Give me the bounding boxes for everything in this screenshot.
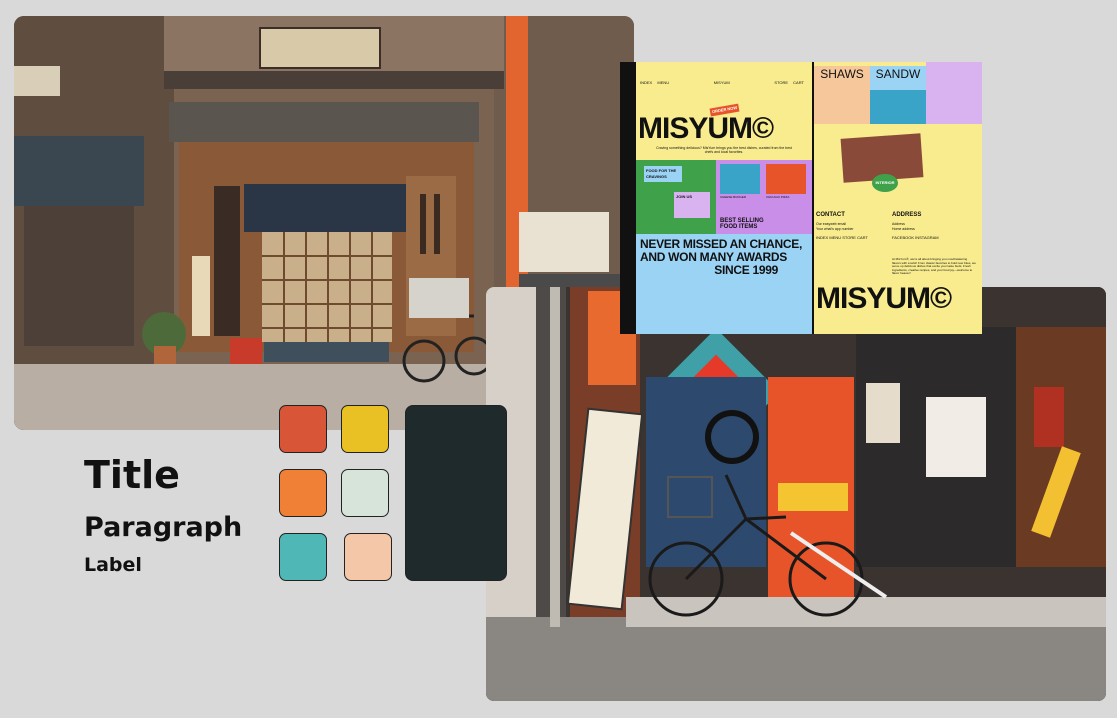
- mockup-nav: INDEX MENU MISYUM STORE CART: [640, 80, 808, 85]
- type-sample-paragraph: Paragraph: [84, 512, 243, 543]
- shawarma-image: [814, 90, 870, 124]
- footer-nav: INDEX MENU STORE CART: [816, 235, 868, 241]
- footer-cart[interactable]: CART: [857, 235, 868, 240]
- contact-line-2: Your what's app number: [816, 227, 854, 231]
- footer-menu[interactable]: MENU: [829, 235, 841, 240]
- type-sample-label: Label: [84, 554, 142, 576]
- chicago-pizza-label: CHICAGO PIZZA: [766, 195, 790, 199]
- social-links: FACEBOOK INSTAGRAM: [892, 235, 939, 241]
- interior-badge: INTERIOR: [872, 174, 898, 192]
- burger-image: [720, 164, 760, 194]
- swatch-peach[interactable]: [344, 533, 392, 581]
- pizza-image: [766, 164, 806, 194]
- mockup-left-panel: INDEX MENU MISYUM STORE CART ORDER NOW M…: [636, 62, 812, 334]
- nav-store[interactable]: STORE: [774, 80, 788, 85]
- moodboard-canvas: INDEX MENU MISYUM STORE CART ORDER NOW M…: [0, 0, 1117, 718]
- extra-tab-block: [926, 62, 982, 124]
- join-us-card[interactable]: JOIN US: [674, 192, 710, 218]
- awards-headline: NEVER MISSED AN CHANCE, AND WON MANY AWA…: [636, 234, 812, 334]
- tab-sandw[interactable]: SANDW: [870, 66, 926, 90]
- food-tag: FOOD FOR THE CRAVINGS: [644, 166, 682, 182]
- swatch-orange[interactable]: [279, 469, 327, 517]
- swatch-mint[interactable]: [341, 469, 389, 517]
- alley-photo: [486, 287, 1106, 701]
- sandwich-image: [870, 90, 926, 124]
- type-sample-title: Title: [84, 453, 180, 497]
- tab-shaws[interactable]: SHAWS: [814, 66, 870, 90]
- swatch-dark[interactable]: [405, 405, 507, 581]
- mockup-right-panel: SHAWS SANDW INTERIOR CONTACT Our easyweb…: [814, 62, 982, 334]
- nav-index[interactable]: INDEX: [640, 80, 652, 85]
- instagram-link[interactable]: INSTAGRAM: [915, 235, 938, 240]
- misyum-website-mockup: INDEX MENU MISYUM STORE CART ORDER NOW M…: [620, 62, 982, 334]
- contact-title: CONTACT: [816, 212, 845, 218]
- nav-cart[interactable]: CART: [793, 80, 804, 85]
- address-line-2: Home address: [892, 227, 915, 231]
- brand-wordmark-bottom: MISYUM©: [816, 282, 952, 315]
- nav-brand[interactable]: MISYUM: [714, 80, 730, 85]
- facebook-link[interactable]: FACEBOOK: [892, 235, 914, 240]
- address-title: ADDRESS: [892, 212, 922, 218]
- brand-wordmark-top: MISYUM©: [638, 112, 774, 145]
- footer-index[interactable]: INDEX: [816, 235, 828, 240]
- cheese-burger-label: CHEESE BURGER: [720, 195, 747, 199]
- footer-store[interactable]: STORE: [842, 235, 856, 240]
- brand-tagline: Craving something delicious? MisYum brin…: [656, 146, 792, 155]
- nav-menu[interactable]: MENU: [657, 80, 669, 85]
- address-line-1: Address: [892, 222, 905, 226]
- swatch-red[interactable]: [279, 405, 327, 453]
- swatch-teal[interactable]: [279, 533, 327, 581]
- contact-line-1: Our easyweb email: [816, 222, 846, 226]
- about-paragraph: At MisYum®, we're all about bringing you…: [892, 257, 976, 276]
- best-selling-label: BEST SELLING FOOD ITEMS: [720, 218, 764, 230]
- since-text: SINCE 1999: [714, 263, 778, 277]
- headline-text: NEVER MISSED AN CHANCE, AND WON MANY AWA…: [640, 237, 803, 264]
- swatch-yellow[interactable]: [341, 405, 389, 453]
